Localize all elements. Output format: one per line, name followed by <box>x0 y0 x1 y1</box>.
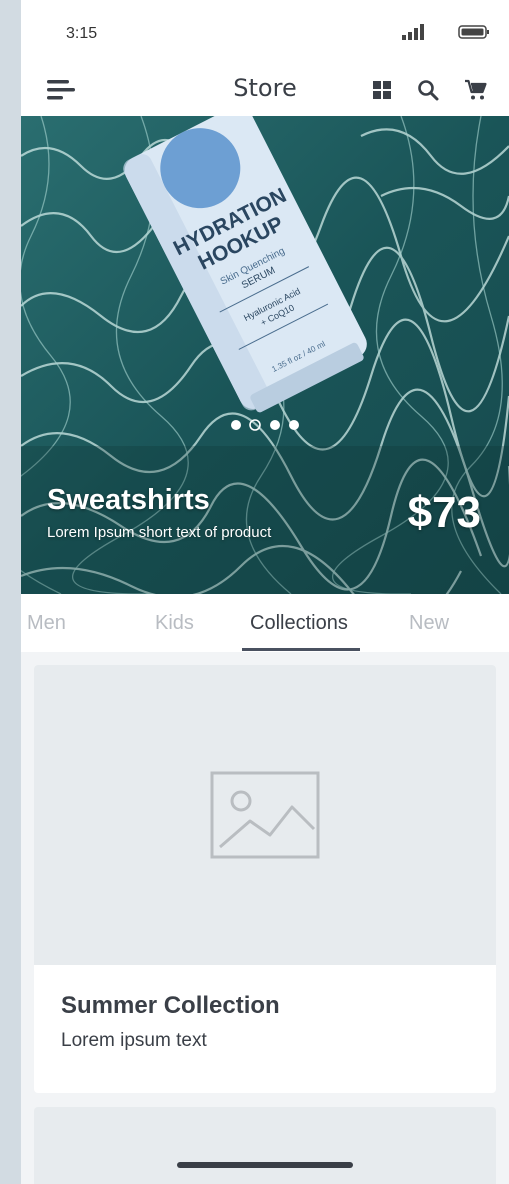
category-tabs: Men Kids Collections New <box>21 594 509 652</box>
card-title: Summer Collection <box>61 992 280 1019</box>
image-placeholder-icon <box>210 771 320 859</box>
grid-icon[interactable] <box>370 78 394 102</box>
cart-icon[interactable] <box>464 78 488 102</box>
phone-screen: 3:15 Store HYDRATION HOOKUP Skin Quenchi… <box>21 0 509 1184</box>
hero-title: Sweatshirts <box>47 484 210 516</box>
search-icon[interactable] <box>416 78 440 102</box>
collection-card-next[interactable] <box>34 1107 496 1184</box>
carousel-dot[interactable] <box>270 420 280 430</box>
battery-icon <box>458 25 489 39</box>
carousel-dot[interactable] <box>289 420 299 430</box>
collection-card[interactable]: Summer Collection Lorem ipsum text <box>34 665 496 1093</box>
status-bar: 3:15 <box>21 0 509 66</box>
hero-price: $73 <box>407 488 481 537</box>
carousel-dot[interactable] <box>231 420 241 430</box>
home-indicator[interactable] <box>177 1162 353 1168</box>
card-image <box>34 665 496 965</box>
tab-collections[interactable]: Collections <box>250 612 348 635</box>
app-bar: Store <box>21 66 509 116</box>
tab-kids[interactable]: Kids <box>155 612 194 635</box>
status-time: 3:15 <box>66 25 98 42</box>
hero-subtitle: Lorem Ipsum short text of product <box>47 524 272 541</box>
tab-men[interactable]: Men <box>27 612 66 635</box>
tab-new[interactable]: New <box>409 612 449 635</box>
card-subtitle: Lorem ipsum text <box>61 1030 207 1051</box>
carousel-dot-active[interactable] <box>249 419 261 431</box>
hero-banner[interactable]: HYDRATION HOOKUP Skin Quenching SERUM Hy… <box>21 116 509 594</box>
active-tab-indicator <box>242 648 360 651</box>
signal-icon <box>402 24 424 40</box>
carousel-dots[interactable] <box>229 418 309 432</box>
